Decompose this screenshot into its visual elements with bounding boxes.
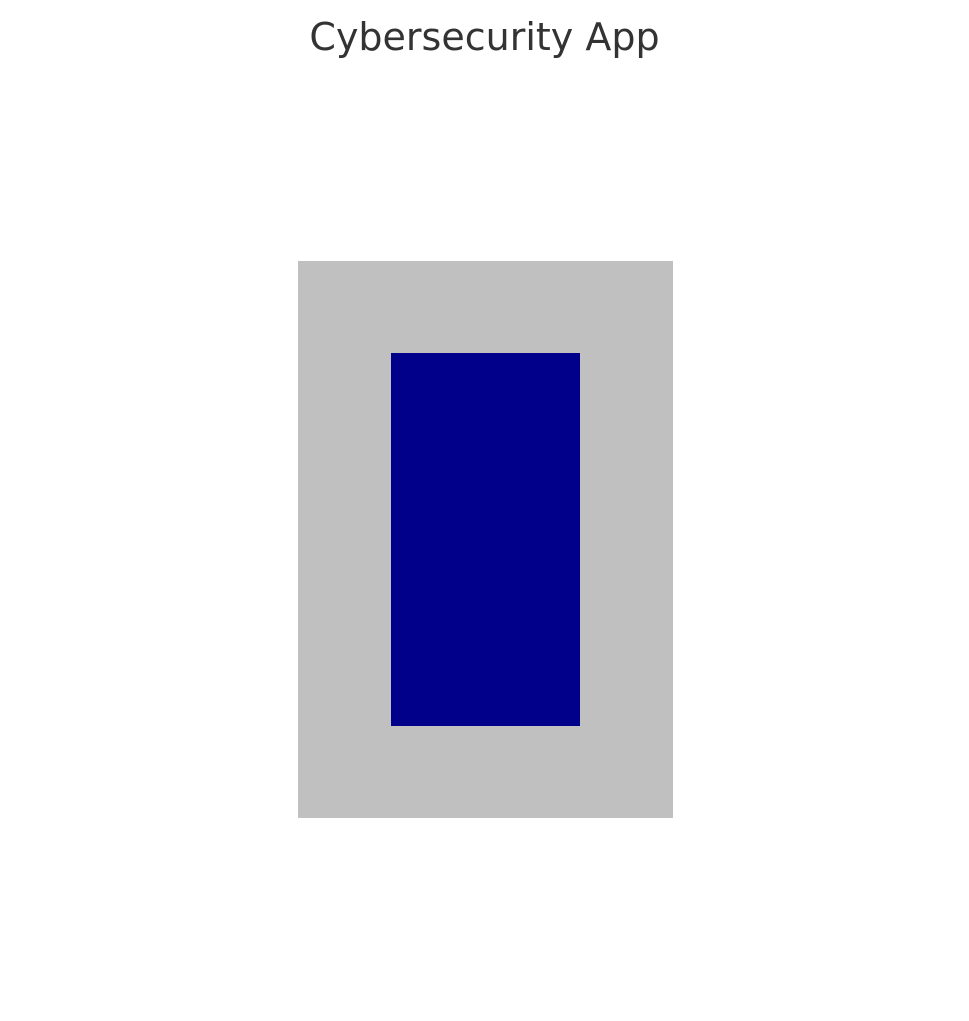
device-screen[interactable] — [391, 353, 580, 726]
device-frame — [298, 261, 673, 818]
page-title: Cybersecurity App — [309, 15, 660, 59]
